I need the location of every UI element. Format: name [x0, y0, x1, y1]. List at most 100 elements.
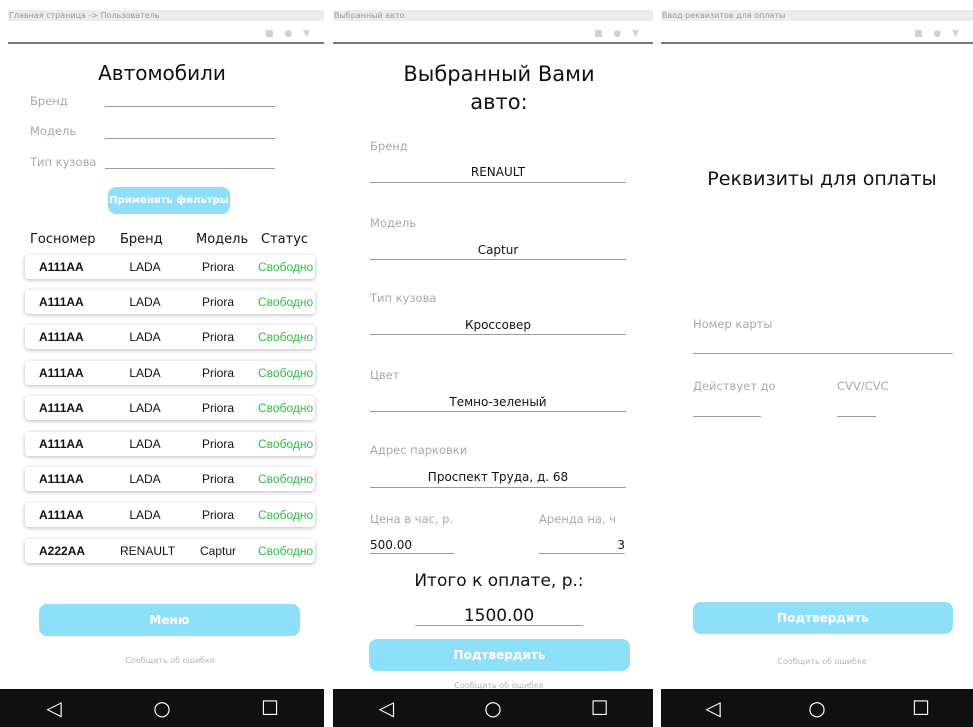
brand-cell: LADA	[129, 472, 161, 486]
plate-cell: А111АА	[39, 437, 84, 451]
plate-cell: А111АА	[39, 366, 84, 380]
cvv-label: CVV/CVC	[837, 379, 889, 393]
brand-cell: LADA	[129, 437, 161, 451]
color-label: Цвет	[370, 368, 400, 382]
filter-model-label: Модель	[30, 124, 77, 138]
parking-address-underline	[370, 487, 626, 488]
table-row[interactable]: А111АА LADA Priora Свободно	[25, 290, 315, 314]
brand-cell: LADA	[129, 260, 161, 274]
page-title: Выбранный Вами авто:	[333, 60, 653, 116]
table-row[interactable]: А111АА LADA Priora Свободно	[25, 361, 315, 385]
breadcrumb: Главная страница -> Пользователь	[8, 10, 324, 21]
expiry-input[interactable]	[693, 416, 761, 417]
apply-filters-button[interactable]: Применить фильтры	[108, 187, 230, 214]
plate-cell: А111АА	[39, 472, 84, 486]
table-row[interactable]: А111АА LADA Priora Свободно	[25, 396, 315, 420]
top-bar: Главная страница -> Пользователь ■ ● ▼	[0, 0, 324, 44]
home-icon[interactable]: ○	[797, 696, 837, 720]
table-row[interactable]: А111АА LADA Priora Свободно	[25, 325, 315, 349]
col-plate-header: Госномер	[30, 232, 96, 247]
top-divider	[8, 42, 324, 44]
col-model-header: Модель	[196, 232, 249, 247]
body-type-value: Кроссовер	[464, 318, 532, 332]
model-cell: Priora	[201, 437, 234, 451]
model-underline	[370, 259, 626, 260]
android-nav-bar: ◁ ○ ☐	[661, 689, 973, 727]
col-status-header: Статус	[261, 232, 309, 247]
recents-icon[interactable]: ☐	[580, 696, 620, 720]
brand-cell: RENAULT	[120, 544, 176, 558]
brand-underline	[370, 182, 626, 183]
confirm-button[interactable]: Подтвердить	[693, 602, 953, 634]
status-cell: Свободно	[258, 472, 314, 486]
model-cell: Priora	[201, 401, 234, 415]
filter-model-input[interactable]	[105, 138, 275, 139]
expiry-label: Действует до	[693, 379, 776, 393]
cvv-input[interactable]	[837, 416, 876, 417]
card-number-input[interactable]	[693, 353, 953, 354]
page-title: Автомобили	[98, 61, 226, 85]
body-type-label: Тип кузова	[370, 291, 437, 305]
brand-cell: LADA	[129, 508, 161, 522]
plate-cell: А111АА	[39, 295, 84, 309]
breadcrumb: Ввод реквизитов для оплаты	[661, 10, 973, 21]
parking-address-value: Проспект Труда, д. 68	[427, 470, 569, 484]
rent-hours-input[interactable]: 3	[539, 538, 625, 552]
title-line-2: авто:	[470, 90, 528, 114]
status-cell: Свободно	[258, 508, 314, 522]
android-nav-bar: ◁ ○ ☐	[333, 689, 653, 727]
model-cell: Priora	[201, 330, 234, 344]
title-line-1: Выбранный Вами	[403, 62, 595, 86]
status-cell: Свободно	[258, 366, 314, 380]
report-error-link[interactable]: Сообщить об ошибке	[0, 656, 324, 665]
price-label: Цена в час, р.	[370, 512, 454, 526]
payment-details-screen: Ввод реквизитов для оплаты ■ ● ▼ Реквизи…	[661, 0, 973, 727]
brand-cell: LADA	[129, 366, 161, 380]
table-row[interactable]: А222АА RENAULT Captur Свободно	[25, 539, 315, 563]
table-row[interactable]: А111АА LADA Priora Свободно	[25, 503, 315, 527]
model-cell: Priora	[201, 295, 234, 309]
status-cell: Свободно	[258, 437, 314, 451]
card-number-label: Номер карты	[693, 317, 773, 331]
status-cell: Свободно	[258, 544, 314, 558]
total-value: 1500.00	[463, 606, 535, 626]
color-value: Темно-зеленый	[449, 395, 547, 409]
status-cell: Свободно	[258, 295, 314, 309]
filter-body-input[interactable]	[105, 168, 275, 169]
top-bar: Ввод реквизитов для оплаты ■ ● ▼	[661, 0, 973, 44]
col-brand-header: Бренд	[120, 232, 163, 247]
price-value: 500.00	[370, 538, 412, 552]
model-value: Captur	[477, 243, 519, 257]
total-underline	[415, 625, 583, 626]
table-row[interactable]: А111АА LADA Priora Свободно	[25, 255, 315, 279]
plate-cell: А111АА	[39, 260, 84, 274]
menu-button[interactable]: Меню	[39, 604, 300, 636]
report-error-link[interactable]: Сообщить об ошибке	[661, 657, 973, 666]
filter-body-label: Тип кузова	[30, 155, 97, 169]
model-cell: Priora	[201, 260, 234, 274]
home-icon[interactable]: ○	[142, 696, 182, 720]
plate-cell: А111АА	[39, 508, 84, 522]
brand-cell: LADA	[129, 295, 161, 309]
back-icon[interactable]: ◁	[366, 696, 406, 720]
confirm-button[interactable]: Подтвердить	[369, 639, 630, 671]
back-icon[interactable]: ◁	[34, 696, 74, 720]
parking-address-label: Адрес парковки	[370, 443, 468, 457]
rent-hours-label: Аренда на, ч	[539, 512, 617, 526]
recents-icon[interactable]: ☐	[901, 696, 941, 720]
back-icon[interactable]: ◁	[693, 696, 733, 720]
table-row[interactable]: А111АА LADA Priora Свободно	[25, 467, 315, 491]
home-icon[interactable]: ○	[473, 696, 513, 720]
status-cell: Свободно	[258, 401, 314, 415]
brand-label: Бренд	[370, 139, 408, 153]
status-icons: ■ ● ▼	[265, 29, 314, 39]
plate-cell: А111АА	[39, 330, 84, 344]
price-underline	[370, 553, 454, 554]
color-underline	[370, 411, 626, 412]
filter-brand-input[interactable]	[105, 106, 275, 107]
recents-icon[interactable]: ☐	[250, 696, 290, 720]
selected-car-screen: Выбранный авто ■ ● ▼ Выбранный Вами авто…	[333, 0, 653, 727]
table-row[interactable]: А111АА LADA Priora Свободно	[25, 432, 315, 456]
model-cell: Priora	[201, 472, 234, 486]
filter-brand-label: Бренд	[30, 94, 68, 108]
